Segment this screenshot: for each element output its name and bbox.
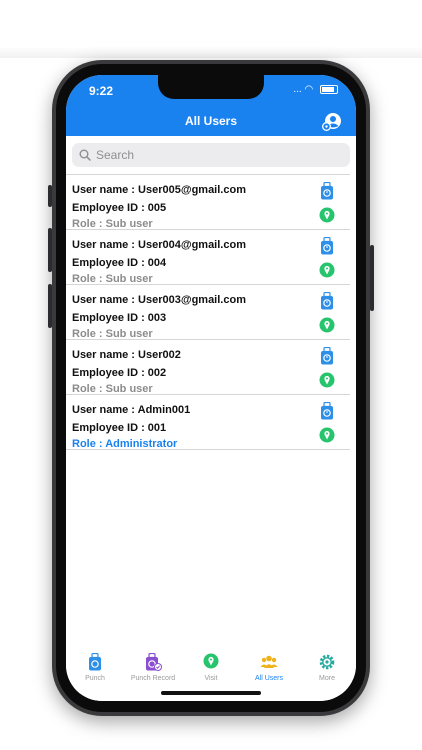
- notch: [158, 75, 264, 99]
- visit-location-icon[interactable]: [319, 427, 335, 443]
- punch-icon[interactable]: [320, 237, 334, 255]
- username-text: User name : User004@gmail.com: [72, 239, 246, 251]
- more-gear-icon: [319, 654, 335, 670]
- tab-label: Punch Record: [130, 675, 176, 682]
- punch-icon: [89, 653, 101, 671]
- tab-all-users[interactable]: All Users: [240, 653, 298, 682]
- signal-wifi-indicator: ... ◠: [293, 84, 314, 95]
- visit-icon: [203, 653, 219, 669]
- username-text: User name : User005@gmail.com: [72, 184, 246, 196]
- punch-icon[interactable]: [320, 402, 334, 420]
- power-button: [370, 245, 374, 311]
- page-title: All Users: [184, 114, 238, 128]
- all-users-icon: [260, 655, 278, 668]
- punch-record-icon: [146, 653, 162, 671]
- punch-icon[interactable]: [320, 347, 334, 365]
- employee-id-text: Employee ID : 002: [72, 367, 167, 379]
- account-settings-icon[interactable]: [322, 112, 342, 132]
- tab-label: Visit: [204, 675, 218, 682]
- visit-location-icon[interactable]: [319, 262, 335, 278]
- employee-id-text: Employee ID : 001: [72, 422, 167, 434]
- tab-label: Punch: [85, 675, 105, 682]
- tab-punch-record[interactable]: Punch Record: [124, 653, 182, 682]
- search-bar[interactable]: Search: [72, 143, 350, 167]
- username-text: User name : User003@gmail.com: [72, 294, 246, 306]
- visit-location-icon[interactable]: [319, 317, 335, 333]
- search-input[interactable]: Search: [96, 148, 134, 162]
- backdrop: [0, 0, 422, 58]
- punch-icon[interactable]: [320, 182, 334, 200]
- user-row[interactable]: User name : User003@gmail.com Employee I…: [66, 284, 350, 340]
- volume-up-button: [48, 228, 52, 272]
- status-indicators: ... ◠: [293, 84, 338, 95]
- visit-location-icon[interactable]: [319, 372, 335, 388]
- tab-punch[interactable]: Punch: [66, 653, 124, 682]
- username-text: User name : Admin001: [72, 404, 191, 416]
- user-row[interactable]: User name : Admin001 Employee ID : 001 R…: [66, 394, 350, 450]
- tab-visit[interactable]: Visit: [182, 653, 240, 682]
- search-icon: [79, 149, 91, 161]
- user-row[interactable]: User name : User005@gmail.com Employee I…: [66, 174, 350, 230]
- volume-down-button: [48, 284, 52, 328]
- tab-bar: Punch Punch Record Visit All Users More: [66, 643, 356, 701]
- tab-label: More: [319, 675, 335, 682]
- battery-icon: [320, 84, 338, 94]
- home-indicator[interactable]: [161, 691, 261, 695]
- mute-switch: [48, 185, 52, 207]
- employee-id-text: Employee ID : 005: [72, 202, 167, 214]
- status-time: 9:22: [89, 84, 114, 98]
- username-text: User name : User002: [72, 349, 181, 361]
- role-text: Role : Administrator: [72, 438, 178, 450]
- app-screen: 9:22 ... ◠ All Users Search User name : …: [66, 75, 356, 701]
- user-row[interactable]: User name : User002 Employee ID : 002 Ro…: [66, 339, 350, 395]
- employee-id-text: Employee ID : 004: [72, 257, 167, 269]
- tab-label: All Users: [254, 675, 283, 682]
- user-row[interactable]: User name : User004@gmail.com Employee I…: [66, 229, 350, 285]
- tab-more[interactable]: More: [298, 653, 356, 682]
- employee-id-text: Employee ID : 003: [72, 312, 167, 324]
- visit-location-icon[interactable]: [319, 207, 335, 223]
- punch-icon[interactable]: [320, 292, 334, 310]
- user-list: User name : User005@gmail.com Employee I…: [66, 174, 356, 450]
